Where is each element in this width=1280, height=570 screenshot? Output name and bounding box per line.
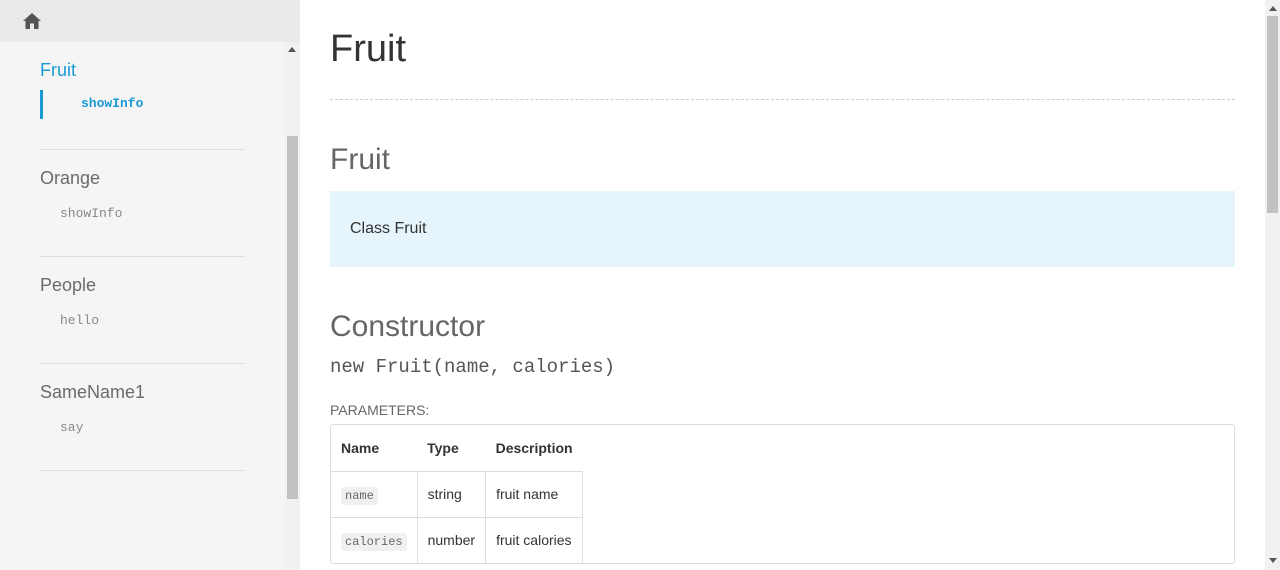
nav-title-people[interactable]: People bbox=[40, 257, 245, 303]
params-label: PARAMETERS: bbox=[330, 402, 430, 418]
nav-item-samename1-say[interactable]: say bbox=[40, 410, 245, 440]
class-description: Class Fruit bbox=[330, 191, 1235, 267]
sidebar-nav: Fruit showInfo Orange showInfo People he… bbox=[0, 42, 285, 471]
nav-item-orange-showinfo[interactable]: showInfo bbox=[40, 196, 245, 226]
nav-section-fruit: Fruit showInfo bbox=[40, 42, 245, 150]
home-icon[interactable] bbox=[22, 12, 42, 30]
main-content: Fruit Fruit Class Fruit Constructor new … bbox=[300, 0, 1265, 570]
param-description: fruit calories bbox=[485, 516, 584, 563]
column-header-description: Description bbox=[495, 439, 573, 456]
class-heading: Fruit bbox=[330, 143, 390, 176]
nav-item-fruit-showinfo[interactable]: showInfo bbox=[40, 90, 245, 119]
column-header-type: Type bbox=[427, 439, 459, 456]
param-name-cell: name bbox=[331, 470, 418, 517]
sidebar-header bbox=[0, 0, 300, 42]
scroll-up-arrow-icon[interactable] bbox=[288, 47, 296, 52]
nav-section-orange: Orange showInfo bbox=[40, 150, 245, 257]
table-header-row: Name Type Description bbox=[331, 425, 583, 471]
sidebar-scrollbar[interactable] bbox=[285, 42, 300, 570]
constructor-signature: new Fruit(name, calories) bbox=[330, 356, 616, 378]
param-name: calories bbox=[341, 532, 407, 551]
param-name: name bbox=[341, 486, 378, 505]
table-row: name string fruit name bbox=[331, 470, 584, 517]
scroll-down-arrow-icon[interactable] bbox=[1269, 558, 1277, 563]
nav-title-fruit[interactable]: Fruit bbox=[40, 42, 245, 88]
params-table-container: Name Type Description name string fruit … bbox=[330, 424, 1235, 564]
scroll-up-arrow-icon[interactable] bbox=[1269, 6, 1277, 11]
param-type: number bbox=[417, 516, 487, 563]
column-header-name: Name bbox=[341, 439, 380, 456]
constructor-heading: Constructor bbox=[330, 310, 486, 343]
table-row: calories number fruit calories bbox=[331, 516, 584, 563]
params-table: Name Type Description name string fruit … bbox=[331, 425, 584, 563]
nav-item-people-hello[interactable]: hello bbox=[40, 303, 245, 333]
page-title: Fruit bbox=[330, 0, 1235, 100]
param-name-cell: calories bbox=[331, 516, 418, 563]
nav-title-samename1[interactable]: SameName1 bbox=[40, 364, 245, 410]
sidebar: Fruit showInfo Orange showInfo People he… bbox=[0, 0, 300, 570]
page-scrollbar-thumb[interactable] bbox=[1267, 16, 1278, 213]
param-type: string bbox=[417, 470, 487, 517]
class-description-text: Class Fruit bbox=[350, 220, 427, 237]
nav-title-orange[interactable]: Orange bbox=[40, 150, 245, 196]
sidebar-scrollbar-thumb[interactable] bbox=[287, 136, 298, 499]
param-description: fruit name bbox=[485, 470, 584, 517]
page-scrollbar[interactable] bbox=[1265, 0, 1280, 570]
nav-section-samename1: SameName1 say bbox=[40, 364, 245, 471]
nav-section-people: People hello bbox=[40, 257, 245, 364]
